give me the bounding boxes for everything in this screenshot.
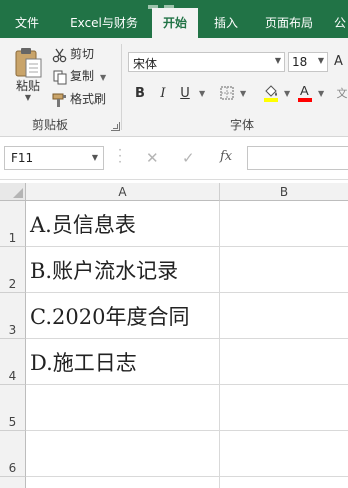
font-name-value: 宋体: [133, 57, 158, 71]
row-header-3[interactable]: 3: [0, 293, 26, 339]
paste-icon: [15, 48, 42, 78]
cell-text: C.2020年度合同: [30, 305, 190, 329]
row-header-6[interactable]: 6: [0, 431, 26, 477]
row-number: 6: [8, 461, 17, 475]
bold-button[interactable]: B: [133, 84, 147, 104]
border-button[interactable]: [220, 86, 234, 100]
cut-button[interactable]: 剪切: [52, 44, 94, 64]
tab-insert[interactable]: 插入: [204, 10, 248, 38]
formula-input[interactable]: [247, 146, 348, 170]
underline-button[interactable]: U: [178, 84, 192, 104]
copy-icon: [53, 70, 67, 84]
paste-dropdown-icon[interactable]: ▼: [10, 94, 46, 102]
cell-b3[interactable]: [220, 293, 348, 339]
underline-dropdown-icon[interactable]: ▼: [199, 84, 205, 104]
scissors-icon: [52, 48, 67, 62]
group-separator: [121, 44, 122, 130]
column-header-b[interactable]: B: [220, 183, 348, 201]
row-header-2[interactable]: 2: [0, 247, 26, 293]
row-header-1[interactable]: 1: [0, 201, 26, 247]
cell-a5[interactable]: [26, 385, 220, 431]
tab-file[interactable]: 文件: [4, 10, 50, 38]
ribbon-tab-bar: 文件 Excel与财务 开始 插入 页面布局 公: [0, 0, 348, 38]
cell-a2[interactable]: B.账户流水记录: [26, 247, 220, 293]
phonetic-guide-icon[interactable]: 文: [336, 84, 348, 104]
row-number: 5: [8, 415, 17, 429]
column-header-a[interactable]: A: [26, 183, 220, 201]
title-bar-remnant: [148, 0, 188, 9]
chevron-down-icon: ▼: [274, 56, 281, 65]
cell-text: A.员信息表: [30, 213, 136, 237]
cell-a1[interactable]: A.员信息表: [26, 201, 220, 247]
cell-a7[interactable]: [26, 477, 220, 488]
row-header-4[interactable]: 4: [0, 339, 26, 385]
chevron-down-icon: ▼: [317, 56, 324, 65]
row-number: 3: [8, 323, 17, 337]
tab-excel-finance[interactable]: Excel与财务: [62, 10, 146, 38]
ribbon-home: 粘贴 ▼ 剪切 复制 ▼ 格式刷 剪贴板 宋体 ▼ 18 ▼ A B I U ▼…: [0, 38, 348, 137]
format-painter-button[interactable]: 格式刷: [52, 89, 106, 109]
cell-a6[interactable]: [26, 431, 220, 477]
format-painter-label: 格式刷: [70, 92, 107, 106]
row-number: 2: [8, 277, 17, 291]
border-dropdown-icon[interactable]: ▼: [240, 84, 246, 104]
select-all-button[interactable]: [0, 183, 26, 201]
paste-label: 粘贴: [15, 79, 40, 93]
clipboard-group-label: 剪贴板: [32, 118, 69, 132]
cell-b5[interactable]: [220, 385, 348, 431]
row-header-5[interactable]: 5: [0, 385, 26, 431]
font-color-dropdown-icon[interactable]: ▼: [318, 84, 324, 104]
row-number: 4: [8, 369, 17, 383]
copy-dropdown-icon[interactable]: ▼: [100, 73, 106, 82]
row-header-7[interactable]: [0, 477, 26, 488]
tab-page-layout[interactable]: 页面布局: [256, 10, 322, 38]
font-size-select[interactable]: 18 ▼: [288, 52, 328, 72]
svg-text:A: A: [300, 83, 309, 98]
cell-b4[interactable]: [220, 339, 348, 385]
fill-color-button[interactable]: [263, 82, 279, 104]
cell-text: B.账户流水记录: [30, 259, 179, 283]
cell-a4[interactable]: D.施工日志: [26, 339, 220, 385]
cut-label: 剪切: [70, 47, 95, 61]
increase-font-size-icon[interactable]: A: [334, 54, 343, 69]
insert-function-button[interactable]: fx: [220, 149, 232, 164]
cell-a3[interactable]: C.2020年度合同: [26, 293, 220, 339]
tab-home[interactable]: 开始: [152, 8, 198, 38]
formula-bar: F11 ▼ · · · ✕ ✓ fx: [0, 137, 348, 180]
tab-formulas[interactable]: 公: [334, 10, 348, 38]
paint-bucket-icon: [264, 85, 278, 102]
cell-b6[interactable]: [220, 431, 348, 477]
format-painter-icon: [52, 93, 66, 107]
italic-button[interactable]: I: [156, 84, 170, 104]
copy-button[interactable]: 复制 ▼: [52, 66, 106, 86]
name-box-value: F11: [11, 151, 34, 165]
font-group-label: 字体: [230, 118, 255, 132]
splitter-handle-icon[interactable]: · · ·: [118, 144, 122, 168]
cell-b2[interactable]: [220, 247, 348, 293]
clipboard-dialog-launcher-icon[interactable]: [111, 122, 120, 131]
row-number: 1: [8, 231, 17, 245]
enter-icon[interactable]: ✓: [182, 149, 195, 167]
cell-b1[interactable]: [220, 201, 348, 247]
fill-color-dropdown-icon[interactable]: ▼: [284, 84, 290, 104]
cell-text: D.施工日志: [30, 351, 137, 375]
font-color-button[interactable]: A: [298, 82, 312, 104]
border-icon: [220, 86, 234, 100]
chevron-down-icon: ▼: [91, 153, 98, 162]
font-color-icon: A: [298, 83, 312, 102]
copy-label: 复制: [70, 69, 95, 83]
font-name-select[interactable]: 宋体 ▼: [128, 52, 285, 72]
font-size-value: 18: [292, 55, 308, 69]
paste-button[interactable]: 粘贴 ▼: [10, 46, 46, 102]
name-box[interactable]: F11 ▼: [4, 146, 104, 170]
cancel-icon[interactable]: ✕: [146, 149, 159, 167]
